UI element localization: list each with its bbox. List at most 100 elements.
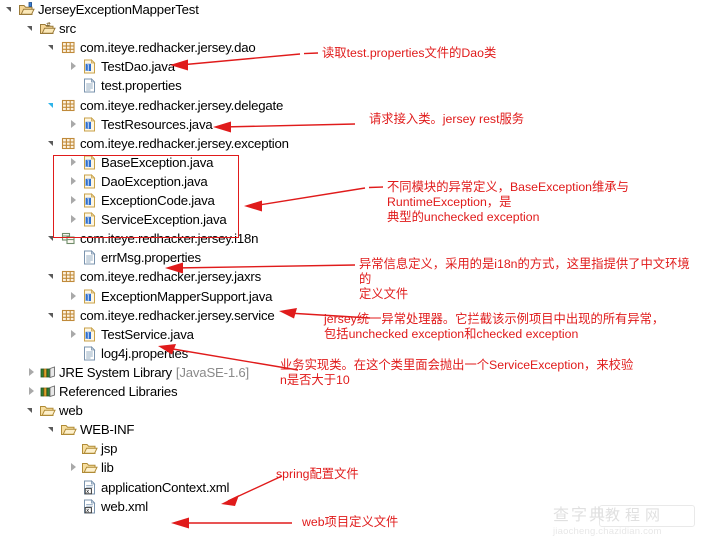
tree-expand-toggle[interactable]	[25, 382, 39, 401]
tree-row[interactable]: JRE System Library [JavaSE-1.6]	[25, 363, 249, 382]
tree-row[interactable]: jsp	[67, 439, 117, 458]
tree-row-label: test.properties	[101, 78, 182, 94]
annotation-resources: 请求接入类。jersey rest服务	[369, 112, 525, 126]
tree-row-label: com.iteye.redhacker.jersey.dao	[80, 40, 256, 56]
tree-row[interactable]: web	[25, 401, 83, 420]
tree-row[interactable]: test.properties	[67, 76, 182, 95]
tree-expand-toggle[interactable]	[46, 267, 60, 286]
svg-text:x: x	[86, 489, 89, 495]
tree-row-sublabel: [JavaSE-1.6]	[175, 364, 250, 380]
tree-row[interactable]: x web.xml	[67, 497, 148, 516]
tree-expand-toggle[interactable]	[46, 306, 60, 325]
site-watermark: 查字典 教程网 jiaocheng.chazidian.com	[553, 503, 697, 537]
tree-row[interactable]: WEB-INF	[46, 420, 134, 439]
properties-file-icon	[81, 345, 98, 362]
tree-row[interactable]: errMsg.properties	[67, 248, 201, 267]
annotation-webxml: web项目定义文件	[302, 515, 399, 529]
xml-file-icon: x	[81, 498, 98, 515]
tree-row[interactable]: J ExceptionMapperSupport.java	[67, 287, 272, 306]
tree-expand-toggle[interactable]	[67, 458, 81, 477]
tree-expand-toggle[interactable]	[46, 38, 60, 57]
tree-row[interactable]: com.iteye.redhacker.jersey.service	[46, 306, 275, 325]
tree-row-label: Referenced Libraries	[59, 384, 178, 399]
tree-row-label: log4j.properties	[101, 345, 188, 361]
tree-row[interactable]: com.iteye.redhacker.jersey.dao	[46, 38, 256, 57]
svg-text:J: J	[86, 293, 90, 302]
watermark-text-1: 查字典	[553, 505, 608, 524]
exception-classes-highlight	[53, 155, 239, 238]
tree-expand-toggle[interactable]	[4, 0, 18, 19]
annotation-jaxrs: jersey统一异常处理器。它拦截该示例项目中出现的所有异常， 包括unchec…	[324, 312, 665, 341]
svg-text:J: J	[86, 121, 90, 130]
package-icon	[60, 97, 77, 114]
watermark-url: jiaocheng.chazidian.com	[553, 526, 662, 537]
tree-row[interactable]: J TestDao.java	[67, 57, 175, 76]
tree-row-label: com.iteye.redhacker.jersey.exception	[80, 135, 289, 151]
tree-expand-toggle[interactable]	[67, 115, 81, 134]
tree-row-label: WEB-INF	[80, 422, 135, 438]
tree-row-label: src	[59, 21, 76, 37]
tree-expand-toggle[interactable]	[46, 420, 60, 439]
source-folder-icon: #	[39, 20, 56, 37]
tree-row-label: web.xml	[101, 498, 148, 514]
tree-row[interactable]: x applicationContext.xml	[67, 478, 229, 497]
tree-row-label: com.iteye.redhacker.jersey.jaxrs	[80, 269, 261, 285]
package-icon	[60, 39, 77, 56]
tree-row-label: TestService.java	[101, 326, 194, 342]
tree-row-label: applicationContext.xml	[101, 479, 230, 495]
xml-file-icon: x	[81, 479, 98, 496]
tree-row[interactable]: com.iteye.redhacker.jersey.exception	[46, 134, 289, 153]
tree-expand-toggle[interactable]	[67, 57, 81, 76]
annotation-dao: 读取test.properties文件的Dao类	[322, 46, 497, 60]
tree-row[interactable]: lib	[67, 458, 114, 477]
svg-text:J: J	[86, 331, 90, 340]
svg-text:#: #	[46, 21, 51, 29]
folder-icon	[39, 402, 56, 419]
tree-row-label: lib	[101, 460, 114, 476]
tree-row-label: errMsg.properties	[101, 250, 201, 266]
tree-row-label: ExceptionMapperSupport.java	[101, 288, 273, 304]
annotation-exception: 不同模块的异常定义，BaseException维承与RuntimeExcepti…	[387, 180, 629, 224]
svg-text:J: J	[86, 63, 90, 72]
annotation-spring: spring配置文件	[276, 467, 359, 481]
java-file-icon: J	[81, 116, 98, 133]
folder-icon	[81, 440, 98, 457]
tree-row[interactable]: log4j.properties	[67, 344, 188, 363]
properties-file-icon	[81, 249, 98, 266]
tree-row[interactable]: J TestService.java	[67, 325, 194, 344]
tree-row[interactable]: Referenced Libraries	[25, 382, 178, 401]
tree-expand-toggle[interactable]	[25, 401, 39, 420]
tree-row-label: com.iteye.redhacker.jersey.delegate	[80, 97, 284, 113]
tree-row[interactable]: com.iteye.redhacker.jersey.jaxrs	[46, 267, 261, 286]
project-icon	[18, 1, 35, 18]
tree-row-label: JerseyExceptionMapperTest	[38, 2, 199, 17]
tree-row[interactable]: JerseyExceptionMapperTest	[4, 0, 199, 19]
tree-expand-toggle[interactable]	[25, 363, 39, 382]
annotation-i18n: 异常信息定义，采用的是i18n的方式，这里指提供了中文环境的 定义文件	[359, 257, 690, 301]
tree-expand-toggle[interactable]	[67, 287, 81, 306]
tree-row-label: JRE System Library	[59, 364, 172, 380]
tree-expand-toggle[interactable]	[46, 96, 60, 115]
java-file-icon: J	[81, 288, 98, 305]
tree-row-label: TestDao.java	[101, 59, 175, 75]
package-icon	[60, 268, 77, 285]
package-icon	[60, 307, 77, 324]
svg-text:x: x	[86, 508, 89, 514]
java-file-icon: J	[81, 326, 98, 343]
tree-row[interactable]: J TestResources.java	[67, 115, 213, 134]
watermark-text-2: 教程网	[605, 506, 666, 524]
folder-icon	[60, 421, 77, 438]
library-icon	[39, 364, 56, 381]
tree-expand-toggle[interactable]	[46, 134, 60, 153]
eclipse-package-explorer: JerseyExceptionMapperTest # src com.iteye.r…	[0, 0, 701, 539]
tree-expand-toggle[interactable]	[25, 19, 39, 38]
folder-icon	[81, 459, 98, 476]
tree-row[interactable]: # src	[25, 19, 76, 38]
tree-expand-toggle[interactable]	[67, 325, 81, 344]
tree-row[interactable]: com.iteye.redhacker.jersey.delegate	[46, 96, 283, 115]
